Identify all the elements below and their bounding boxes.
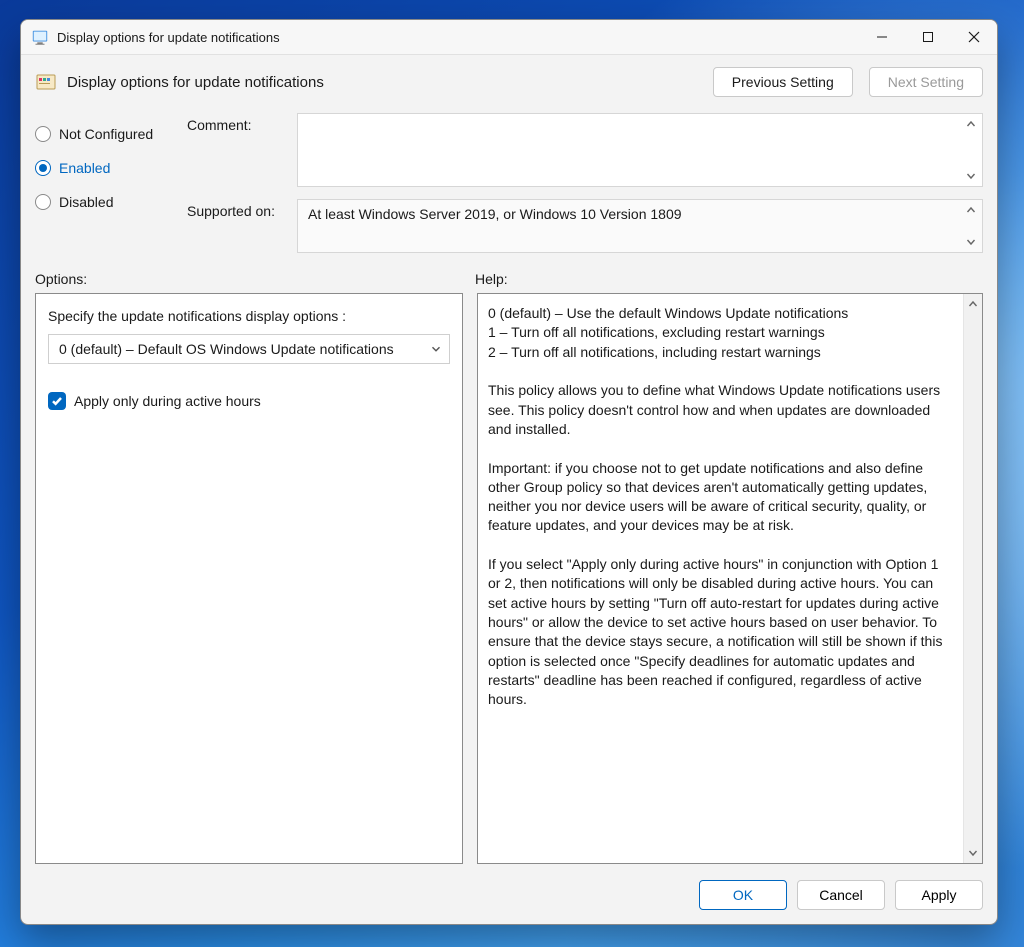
help-scrollbar[interactable] bbox=[963, 294, 982, 863]
comment-label: Comment: bbox=[187, 113, 287, 187]
supported-value: At least Windows Server 2019, or Windows… bbox=[308, 206, 682, 222]
radio-enabled[interactable]: Enabled bbox=[35, 151, 183, 185]
active-hours-checkbox-label: Apply only during active hours bbox=[74, 393, 261, 409]
comment-row: Comment: bbox=[187, 113, 983, 187]
next-setting-button[interactable]: Next Setting bbox=[869, 67, 983, 97]
radio-disabled[interactable]: Disabled bbox=[35, 185, 183, 219]
cancel-button[interactable]: Cancel bbox=[797, 880, 885, 910]
window-title: Display options for update notifications bbox=[57, 30, 280, 45]
supported-scroll-up-icon[interactable] bbox=[962, 202, 980, 218]
comment-field[interactable] bbox=[297, 113, 983, 187]
supported-field: At least Windows Server 2019, or Windows… bbox=[297, 199, 983, 253]
options-section-label: Options: bbox=[35, 271, 461, 287]
radio-not-configured[interactable]: Not Configured bbox=[35, 117, 183, 151]
apply-button[interactable]: Apply bbox=[895, 880, 983, 910]
panel-labels: Options: Help: bbox=[21, 257, 997, 293]
active-hours-checkbox[interactable] bbox=[48, 392, 66, 410]
active-hours-checkbox-row[interactable]: Apply only during active hours bbox=[48, 392, 450, 410]
panels-row: Specify the update notifications display… bbox=[21, 293, 997, 864]
header-row: Display options for update notifications… bbox=[21, 54, 997, 105]
supported-scroll-down-icon[interactable] bbox=[962, 234, 980, 250]
display-options-dropdown-label: Specify the update notifications display… bbox=[48, 308, 450, 324]
help-text: 0 (default) – Use the default Windows Up… bbox=[478, 294, 982, 863]
chevron-down-icon bbox=[431, 341, 441, 357]
title-bar[interactable]: Display options for update notifications bbox=[21, 20, 997, 54]
state-radios: Not Configured Enabled Disabled bbox=[35, 113, 183, 253]
comment-scroll-down-icon[interactable] bbox=[962, 168, 980, 184]
policy-icon bbox=[35, 71, 57, 93]
comment-scroll-up-icon[interactable] bbox=[962, 116, 980, 132]
maximize-button[interactable] bbox=[905, 20, 951, 54]
options-panel: Specify the update notifications display… bbox=[35, 293, 463, 864]
help-panel: 0 (default) – Use the default Windows Up… bbox=[477, 293, 983, 864]
display-options-dropdown-value: 0 (default) – Default OS Windows Update … bbox=[59, 341, 394, 357]
policy-editor-window: Display options for update notifications… bbox=[20, 19, 998, 925]
state-and-comment-section: Not Configured Enabled Disabled Comment: bbox=[21, 105, 997, 257]
supported-label: Supported on: bbox=[187, 199, 287, 253]
radio-enabled-label: Enabled bbox=[59, 160, 110, 176]
radio-not-configured-label: Not Configured bbox=[59, 126, 153, 142]
minimize-button[interactable] bbox=[859, 20, 905, 54]
previous-setting-button[interactable]: Previous Setting bbox=[713, 67, 853, 97]
scroll-down-icon[interactable] bbox=[964, 843, 982, 863]
radio-disabled-label: Disabled bbox=[59, 194, 113, 210]
display-options-dropdown[interactable]: 0 (default) – Default OS Windows Update … bbox=[48, 334, 450, 364]
scroll-up-icon[interactable] bbox=[964, 294, 982, 314]
app-icon bbox=[31, 28, 49, 46]
supported-row: Supported on: At least Windows Server 20… bbox=[187, 199, 983, 253]
page-title: Display options for update notifications bbox=[67, 74, 324, 91]
help-section-label: Help: bbox=[475, 271, 983, 287]
ok-button[interactable]: OK bbox=[699, 880, 787, 910]
close-button[interactable] bbox=[951, 20, 997, 54]
dialog-footer: OK Cancel Apply bbox=[21, 864, 997, 924]
